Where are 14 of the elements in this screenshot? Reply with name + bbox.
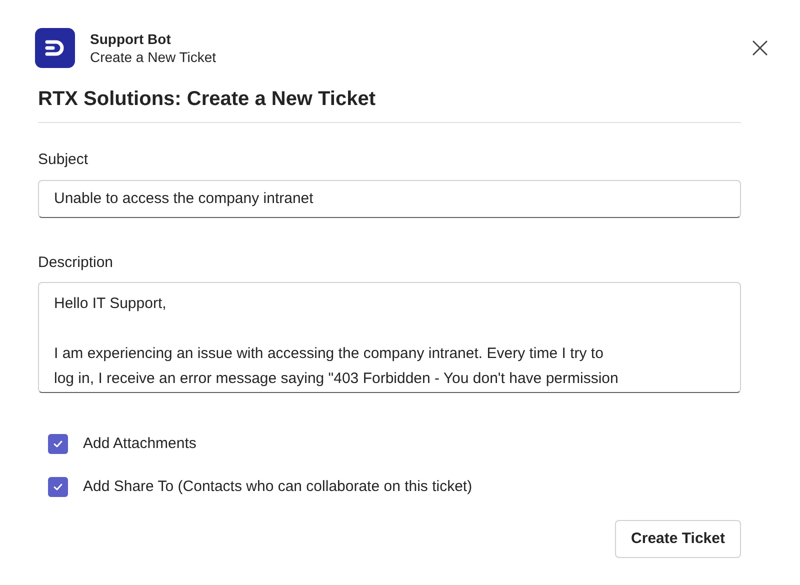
create-ticket-button[interactable]: Create Ticket	[615, 520, 741, 558]
checkbox[interactable]	[48, 476, 68, 497]
checkbox[interactable]	[48, 434, 68, 454]
app-name: Support Bot	[90, 30, 172, 48]
option-label: Add Share To (Contacts who can collaborate on this ticket)	[83, 476, 472, 496]
subject-field[interactable]: Unable to access the company intranet	[38, 180, 741, 218]
bot-logo-icon	[35, 28, 75, 68]
form-title: RTX Solutions: Create a New Ticket	[38, 88, 376, 110]
description-field[interactable]: Hello IT Support, I am experiencing an issue with accessing the company intranet. Every time I try to log in, I receive an error message saying "403 Forbidden - You don't have permission	[38, 282, 741, 393]
description-label: Description	[38, 252, 114, 272]
close-icon[interactable]	[750, 38, 770, 58]
option-label: Add Attachments	[83, 434, 196, 454]
dialog-subtitle: Create a New Ticket	[90, 48, 216, 66]
subject-label: Subject	[38, 150, 90, 170]
